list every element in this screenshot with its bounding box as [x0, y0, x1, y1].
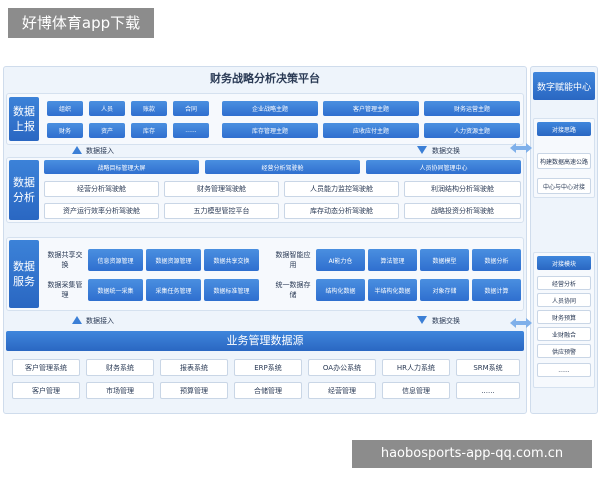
analysis-cockpit: 经营分析驾驶舱: [44, 181, 159, 197]
analysis-cockpit: 资产运行效率分析驾驶舱: [44, 203, 159, 219]
service-item: 数据资源管理: [146, 249, 201, 271]
source-module: 市场管理: [86, 382, 154, 399]
service-item: 数据分析: [472, 249, 521, 271]
service-group-label: 统一数据存储: [275, 281, 311, 299]
bidirectional-arrow-icon: [510, 143, 532, 153]
service-item: 信息资源管理: [88, 249, 143, 271]
service-item: 对象存储: [420, 279, 469, 301]
analysis-top-item: 经营分析驾驶舱: [205, 160, 360, 174]
service-item: AI能力仓: [316, 249, 365, 271]
report-item: 人员: [89, 101, 125, 116]
service-item: 数据共享交换: [204, 249, 259, 271]
side-panel2-item: ......: [537, 363, 591, 377]
analysis-cockpit: 五力模型管控平台: [164, 203, 279, 219]
layer-label-report: 数据上报: [9, 97, 39, 141]
source-system: SRM系统: [456, 359, 520, 376]
analysis-cockpit: 人员能力监控驾驶舱: [284, 181, 399, 197]
side-panel2-item: 财务预算: [537, 310, 591, 324]
analysis-cockpit: 战略投资分析驾驶舱: [404, 203, 521, 219]
analysis-cockpit: 财务管理驾驶舱: [164, 181, 279, 197]
layer-label-service-text: 数据服务: [13, 260, 35, 288]
service-item: 算法管理: [368, 249, 417, 271]
access-label: 数据接入: [86, 317, 114, 325]
side-panel1-item: 构建数据高速公路: [537, 153, 591, 169]
side-panel2-item: 业财融合: [537, 327, 591, 341]
side-title: 数字赋能中心: [533, 72, 595, 100]
source-system: OA办公系统: [308, 359, 376, 376]
source-module: 信息管理: [382, 382, 450, 399]
service-item: 数据模型: [420, 249, 469, 271]
analysis-cockpit: 利润结构分析驾驶舱: [404, 181, 521, 197]
report-item: 库存: [131, 123, 167, 138]
side-panel2-head: 对接模块: [537, 256, 591, 270]
service-group-label: 数据采集管理: [47, 281, 83, 299]
analysis-top-item: 人员协同管理中心: [366, 160, 521, 174]
source-module: 客户管理: [12, 382, 80, 399]
report-topic: 人力资源主题: [424, 123, 520, 138]
service-item: 结构化数据: [316, 279, 365, 301]
layer-label-analysis-text: 数据分析: [13, 176, 35, 204]
report-topic: 客户管理主题: [323, 101, 419, 116]
source-module: 合储管理: [234, 382, 302, 399]
service-item: 数据统一采集: [88, 279, 143, 301]
source-module: ......: [456, 382, 520, 399]
access-label: 数据接入: [86, 147, 114, 155]
arrow-down-icon: [417, 316, 427, 324]
report-item: ......: [173, 123, 209, 138]
service-group-label: 数据智能应用: [275, 251, 311, 269]
analysis-cockpit: 库存动态分析驾驶舱: [284, 203, 399, 219]
report-topic: 应收应付主题: [323, 123, 419, 138]
side-panel2-item: 人员协同: [537, 293, 591, 307]
report-item: 组织: [47, 101, 83, 116]
report-item: 财务: [47, 123, 83, 138]
service-item: 采集任务管理: [146, 279, 201, 301]
report-topic: 企业战略主题: [222, 101, 318, 116]
side-panel1-item: 中心与中心对接: [537, 178, 591, 194]
footer-tag: haobosports-app-qq.com.cn: [352, 440, 592, 468]
source-system: 客户管理系统: [12, 359, 80, 376]
report-topic: 财务运营主题: [424, 101, 520, 116]
source-module: 预算管理: [160, 382, 228, 399]
arrow-up-icon: [72, 316, 82, 324]
bidirectional-arrow-icon: [510, 318, 532, 328]
arrow-down-icon: [417, 146, 427, 154]
source-system: 财务系统: [86, 359, 154, 376]
header-tag: 好博体育app下载: [8, 8, 154, 38]
side-panel1-head: 对接思路: [537, 122, 591, 136]
report-item: 合同: [173, 101, 209, 116]
service-group-label: 数据共享交换: [47, 251, 83, 269]
source-system: ERP系统: [234, 359, 302, 376]
arrow-up-icon: [72, 146, 82, 154]
service-item: 数据计算: [472, 279, 521, 301]
service-item: 数据标准管理: [204, 279, 259, 301]
report-topic: 库存管理主题: [222, 123, 318, 138]
layer-label-report-text: 数据上报: [13, 105, 35, 133]
exchange-label: 数据交换: [432, 317, 460, 325]
report-item: 资产: [89, 123, 125, 138]
layer-label-analysis: 数据分析: [9, 160, 39, 220]
source-system: 报表系统: [160, 359, 228, 376]
source-system: HR人力系统: [382, 359, 450, 376]
diagram-title: 财务战略分析决策平台: [210, 72, 320, 85]
analysis-top-item: 战略目标管理大屏: [44, 160, 199, 174]
exchange-label: 数据交换: [432, 147, 460, 155]
source-module: 经营管理: [308, 382, 376, 399]
report-item: 账款: [131, 101, 167, 116]
service-item: 半结构化数据: [368, 279, 417, 301]
side-panel2-item: 经营分析: [537, 276, 591, 290]
layer-label-service: 数据服务: [9, 240, 39, 308]
side-panel2-item: 供应预警: [537, 344, 591, 358]
data-source-bar: 业务管理数据源: [6, 331, 524, 351]
